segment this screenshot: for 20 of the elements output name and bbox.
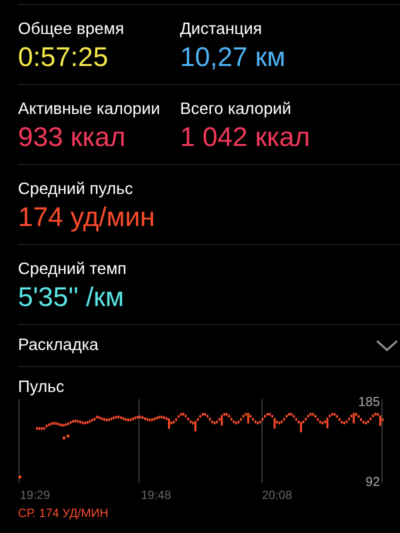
splits-row[interactable]: Раскладка bbox=[18, 325, 400, 367]
min-label: 92 bbox=[366, 473, 380, 491]
metric-label: Всего калорий bbox=[180, 99, 292, 120]
time-label: 19:29 bbox=[20, 487, 50, 504]
metric-label: Активные калории bbox=[18, 99, 162, 120]
metric-value: 0:57:25 bbox=[18, 41, 110, 74]
max-label: 185 bbox=[358, 393, 380, 411]
metric-value: 1 042 ккал bbox=[180, 121, 312, 154]
metric-value: 933 ккал bbox=[18, 121, 127, 154]
metric-value: 174 уд/мин bbox=[18, 201, 156, 234]
chart-title: Пульс bbox=[18, 377, 66, 398]
metric-label: Средний темп bbox=[18, 259, 128, 280]
metric-label: Дистанция bbox=[180, 19, 263, 40]
metric-value: 10,27 км bbox=[180, 41, 286, 74]
metric-label: Общее время bbox=[18, 19, 126, 40]
metric-value: 5'35'' /км bbox=[18, 281, 125, 314]
time-label: 20:08 bbox=[262, 487, 292, 504]
average-label: СР. 174 УД/МИН bbox=[18, 505, 110, 522]
time-label: 19:48 bbox=[141, 487, 172, 504]
metric-label: Средний пульс bbox=[18, 179, 134, 200]
